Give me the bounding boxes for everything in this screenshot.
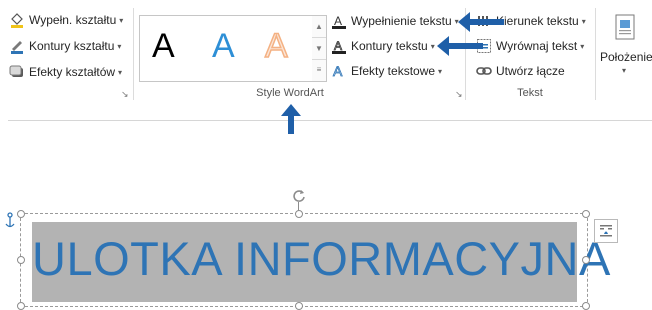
chevron-down-icon: ▾ <box>430 41 435 51</box>
text-effects-button[interactable]: A Efekty tekstowe ▾ <box>331 61 442 81</box>
resize-handle[interactable] <box>295 302 303 310</box>
group-separator <box>595 8 596 100</box>
wordart-reflection-text: ULOTKA INFORMACYJNA <box>32 282 577 296</box>
layout-options-icon[interactable] <box>594 219 618 243</box>
text-fill-icon: A <box>331 13 347 29</box>
wordart-reflection: ULOTKA INFORMACYJNA <box>32 282 577 302</box>
text-fill-label: Wypełnienie tekstu <box>351 14 452 28</box>
shape-outline-button[interactable]: Kontury kształtu ▾ <box>9 36 121 56</box>
shape-effects-label: Efekty kształtów <box>29 65 116 79</box>
gallery-scroll-up-icon[interactable]: ▲ <box>312 16 326 38</box>
chevron-down-icon: ▾ <box>580 41 585 51</box>
link-icon <box>476 63 492 79</box>
text-direction-label: Kierunek tekstu <box>496 14 579 28</box>
wordart-styles-launcher-icon[interactable]: ↘ <box>455 90 463 99</box>
chevron-down-icon: ▾ <box>119 15 124 25</box>
annotation-arrow-left-icon <box>437 36 483 56</box>
annotation-arrow-up-icon <box>281 104 301 134</box>
resize-handle[interactable] <box>295 210 303 218</box>
resize-handle[interactable] <box>582 256 590 264</box>
create-link-button[interactable]: Utwórz łącze <box>476 61 565 81</box>
position-label: Położenie <box>600 50 652 64</box>
chevron-down-icon: ▾ <box>118 67 123 77</box>
resize-handle[interactable] <box>17 302 25 310</box>
wordart-style-black[interactable]: A <box>152 24 175 68</box>
shape-fill-button[interactable]: Wypełn. kształtu ▾ <box>9 10 123 30</box>
svg-text:A: A <box>334 39 342 53</box>
paint-bucket-icon <box>9 12 25 28</box>
wordart-gallery[interactable]: A A A <box>139 15 314 82</box>
position-button[interactable]: Położenie ▾ <box>598 14 652 84</box>
wordart-styles-group-label: Style WordArt <box>256 87 324 99</box>
ribbon-divider <box>8 120 652 121</box>
text-fill-button[interactable]: A Wypełnienie tekstu ▾ <box>331 11 459 31</box>
group-separator <box>133 8 134 100</box>
wordart-style-orange[interactable]: A <box>264 24 288 68</box>
position-icon <box>615 14 635 43</box>
text-outline-icon: A <box>331 38 347 54</box>
shape-fill-label: Wypełn. kształtu <box>29 13 117 27</box>
text-group-label: Tekst <box>517 87 543 99</box>
chevron-down-icon: ▾ <box>581 16 586 26</box>
shape-styles-launcher-icon[interactable]: ↘ <box>121 90 129 99</box>
text-effects-icon: A <box>331 63 347 79</box>
text-outline-label: Kontury tekstu <box>351 39 428 53</box>
chevron-down-icon: ▾ <box>622 66 627 75</box>
pencil-icon <box>9 38 25 54</box>
anchor-icon <box>3 212 17 233</box>
shape-effects-button[interactable]: Efekty kształtów ▾ <box>9 62 122 82</box>
align-text-label: Wyrównaj tekst <box>496 39 578 53</box>
text-outline-button[interactable]: A Kontury tekstu ▾ <box>331 36 435 56</box>
chevron-down-icon: ▾ <box>438 66 443 76</box>
ribbon: Wypełn. kształtu ▾ Kontury kształtu ▾ Ef… <box>0 0 652 103</box>
svg-text:A: A <box>334 14 342 28</box>
shape-effects-icon <box>9 64 25 80</box>
resize-handle[interactable] <box>582 210 590 218</box>
svg-text:A: A <box>333 63 343 79</box>
resize-handle[interactable] <box>17 256 25 264</box>
align-text-button[interactable]: Wyrównaj tekst ▾ <box>476 36 584 56</box>
rotate-handle-icon[interactable] <box>292 188 306 205</box>
annotation-arrow-left-icon <box>458 12 504 32</box>
chevron-down-icon: ▾ <box>117 41 122 51</box>
gallery-scroll-down-icon[interactable]: ▼ <box>312 38 326 60</box>
shape-outline-label: Kontury kształtu <box>29 39 115 53</box>
resize-handle[interactable] <box>582 302 590 310</box>
gallery-more-icon[interactable]: ≡ <box>312 59 326 80</box>
gallery-scroll: ▲ ▼ ≡ <box>312 15 327 82</box>
text-effects-label: Efekty tekstowe <box>351 64 436 78</box>
wordart-style-blue[interactable]: A <box>212 24 235 68</box>
create-link-label: Utwórz łącze <box>496 64 565 78</box>
resize-handle[interactable] <box>17 210 25 218</box>
